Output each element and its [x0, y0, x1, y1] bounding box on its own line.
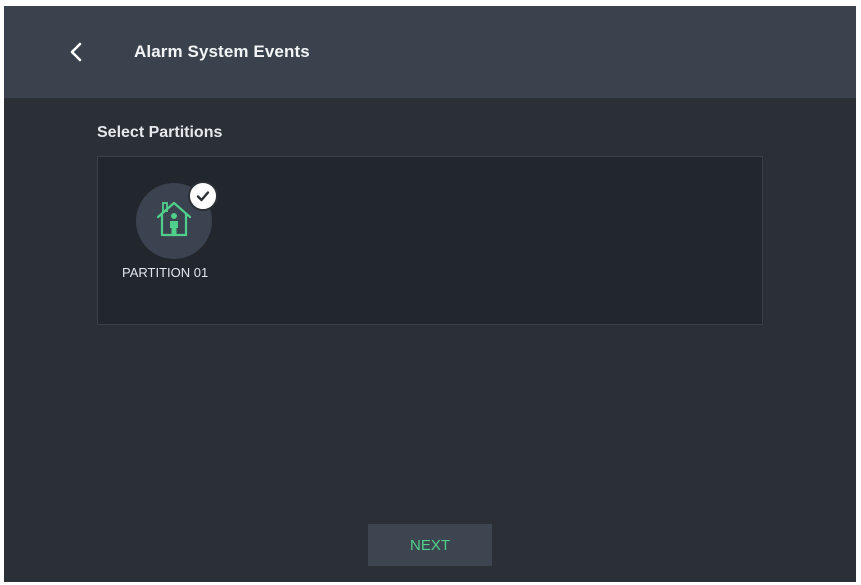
- chevron-left-icon: [70, 42, 82, 62]
- selected-badge: [188, 181, 218, 211]
- check-icon: [196, 191, 210, 202]
- top-bar: Alarm System Events: [4, 6, 856, 98]
- partition-tile-01[interactable]: PARTITION 01: [118, 181, 236, 293]
- app-screen: Alarm System Events Select Partitions PA…: [4, 6, 856, 582]
- partition-label: PARTITION 01: [122, 265, 209, 280]
- page-title: Alarm System Events: [134, 42, 310, 61]
- back-button[interactable]: [60, 36, 92, 68]
- next-button[interactable]: NEXT: [368, 524, 492, 566]
- partition-panel: PARTITION 01: [97, 156, 763, 325]
- section-label: Select Partitions: [97, 124, 223, 141]
